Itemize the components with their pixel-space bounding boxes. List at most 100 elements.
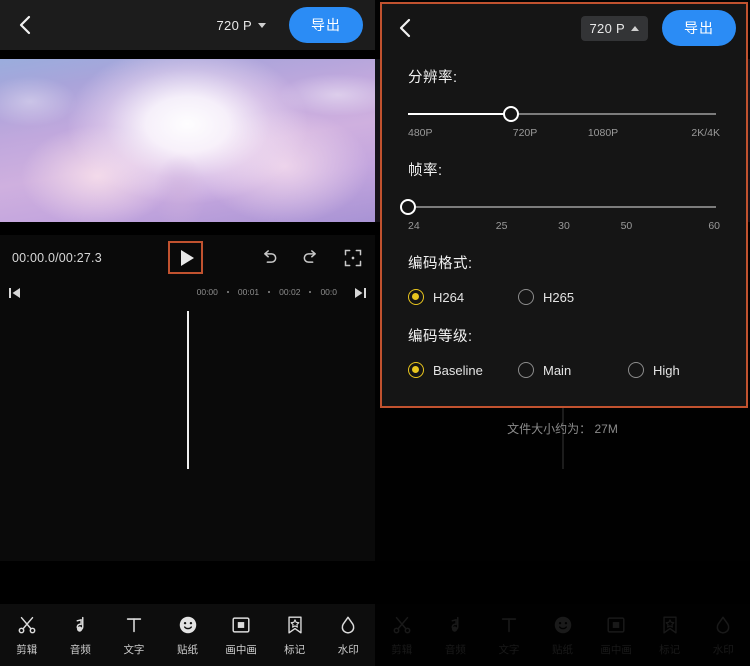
tool-edit-background: 剪辑: [375, 614, 429, 657]
video-preview[interactable]: [0, 50, 375, 235]
encode-level-option-main[interactable]: Main: [518, 362, 628, 378]
tool-label: 音频: [444, 643, 466, 656]
ruler-marks: 00:00 00:01 00:02 00:0: [197, 287, 353, 297]
file-size-estimate: 文件大小约为： 27M: [507, 422, 618, 436]
water-drop-icon: [337, 614, 359, 636]
framerate-ticks: 24 25 30 50 60: [408, 220, 720, 232]
preview-frame-image: [0, 59, 375, 222]
tool-label: 水印: [337, 643, 359, 656]
smiley-sticker-icon: [177, 614, 199, 636]
resolution-ticks: 480P 720P 1080P 2K/4K: [408, 127, 720, 139]
editor-screen-left: 720 P 导出 00:00.0/00:27.3 00:00 00:01 00:…: [0, 0, 375, 666]
encode-format-label: H264: [433, 289, 465, 305]
resolution-tick: 720P: [512, 127, 538, 139]
encode-level-label: High: [653, 362, 680, 378]
framerate-slider-thumb[interactable]: [400, 199, 416, 215]
tool-label: 标记: [284, 643, 306, 656]
resolution-selector[interactable]: 720 P: [208, 13, 275, 38]
encode-format-options: H264 H265: [408, 289, 720, 305]
ruler-dot-icon: [309, 291, 312, 293]
timeline-ruler: 00:00 00:01 00:02 00:0: [0, 281, 375, 303]
chevron-up-icon: [631, 25, 639, 31]
resolution-title: 分辨率:: [408, 70, 458, 86]
radio-unselected-icon: [518, 362, 534, 378]
tool-edit[interactable]: 剪辑: [0, 614, 54, 657]
skip-to-start-icon[interactable]: [8, 286, 22, 298]
encode-level-option-baseline[interactable]: Baseline: [408, 362, 518, 378]
encode-level-options: Baseline Main High: [408, 362, 720, 378]
timeline-area[interactable]: 封面 1.0x + + 添加音频: [0, 303, 375, 561]
time-display: 00:00.0/00:27.3: [12, 251, 102, 265]
resolution-tick: 1080P: [587, 127, 619, 139]
back-chevron-icon[interactable]: [12, 12, 38, 38]
encode-level-label: Baseline: [433, 362, 483, 378]
resolution-tick: 2K/4K: [691, 127, 720, 139]
ruler-dot-icon: [226, 291, 229, 293]
tool-audio[interactable]: 音频: [54, 614, 108, 657]
tool-label: 文字: [123, 643, 145, 656]
undo-icon[interactable]: [259, 248, 279, 268]
tool-label: 水印: [712, 643, 734, 656]
encode-level-label: Main: [543, 362, 572, 378]
ruler-mark: 00:02: [279, 287, 301, 297]
music-note-icon: [444, 614, 466, 636]
encode-format-title: 编码格式:: [408, 256, 473, 272]
encode-format-option-h265[interactable]: H265: [518, 289, 574, 305]
panel-resolution-value: 720 P: [589, 20, 625, 36]
tool-marker-background: 标记: [643, 614, 697, 657]
crop-fullscreen-icon[interactable]: [343, 248, 363, 268]
tool-sticker[interactable]: 贴纸: [161, 614, 215, 657]
resolution-tick: 480P: [408, 127, 433, 139]
resolution-slider-fill: [408, 113, 511, 115]
bottom-toolbar-background: 剪辑 音频 文字 贴纸 画中画 标记 水印: [375, 604, 750, 666]
framerate-tick: 24: [408, 220, 420, 232]
panel-top-bar: 720 P 导出: [382, 4, 746, 52]
top-bar: 720 P 导出: [0, 0, 375, 50]
encode-level-option-high[interactable]: High: [628, 362, 680, 378]
scissors-icon: [16, 614, 38, 636]
tool-label: 画中画: [225, 643, 257, 656]
framerate-tick: 50: [620, 220, 633, 232]
export-settings-panel: 720 P 导出 分辨率: 480P 720P 1080P 2K/4K 帧率: …: [380, 2, 748, 408]
tool-text[interactable]: 文字: [107, 614, 161, 657]
tool-sticker-background: 贴纸: [536, 614, 590, 657]
framerate-tick: 60: [708, 220, 721, 232]
encode-level-title: 编码等级:: [408, 329, 473, 345]
ruler-dot-icon: [268, 291, 271, 293]
bookmark-star-icon: [284, 614, 306, 636]
water-drop-icon: [712, 614, 734, 636]
skip-to-end-icon[interactable]: [353, 286, 367, 298]
encode-format-option-h264[interactable]: H264: [408, 289, 518, 305]
export-button[interactable]: 导出: [289, 7, 363, 43]
resolution-slider[interactable]: [408, 103, 716, 125]
playhead[interactable]: [187, 311, 189, 469]
panel-resolution-selector[interactable]: 720 P: [580, 15, 648, 41]
tool-label: 音频: [69, 643, 91, 656]
panel-back-chevron-icon[interactable]: [392, 15, 418, 41]
encode-format-section: 编码格式: H264 H265: [408, 252, 720, 305]
play-icon: [180, 249, 194, 266]
panel-export-button[interactable]: 导出: [662, 10, 736, 46]
picture-in-picture-icon: [605, 614, 627, 636]
tool-pip-background: 画中画: [589, 614, 643, 657]
framerate-slider[interactable]: [400, 196, 716, 218]
tool-label: 贴纸: [552, 643, 574, 656]
tool-label: 画中画: [600, 643, 632, 656]
radio-selected-icon: [408, 362, 424, 378]
framerate-title: 帧率:: [408, 163, 443, 179]
tool-label: 剪辑: [391, 643, 413, 656]
tool-watermark-background: 水印: [696, 614, 750, 657]
tool-label: 标记: [659, 643, 681, 656]
tool-marker[interactable]: 标记: [268, 614, 322, 657]
ruler-mark: 00:0: [320, 287, 337, 297]
redo-icon[interactable]: [301, 248, 321, 268]
resolution-slider-thumb[interactable]: [502, 106, 519, 122]
text-t-icon: [123, 614, 145, 636]
encode-format-label: H265: [543, 289, 575, 305]
radio-unselected-icon: [518, 289, 534, 305]
tool-pip[interactable]: 画中画: [214, 614, 268, 657]
framerate-section: 帧率: 24 25 30 50 60: [400, 159, 720, 232]
scissors-icon: [391, 614, 413, 636]
tool-watermark[interactable]: 水印: [321, 614, 375, 657]
play-button[interactable]: [168, 241, 203, 274]
